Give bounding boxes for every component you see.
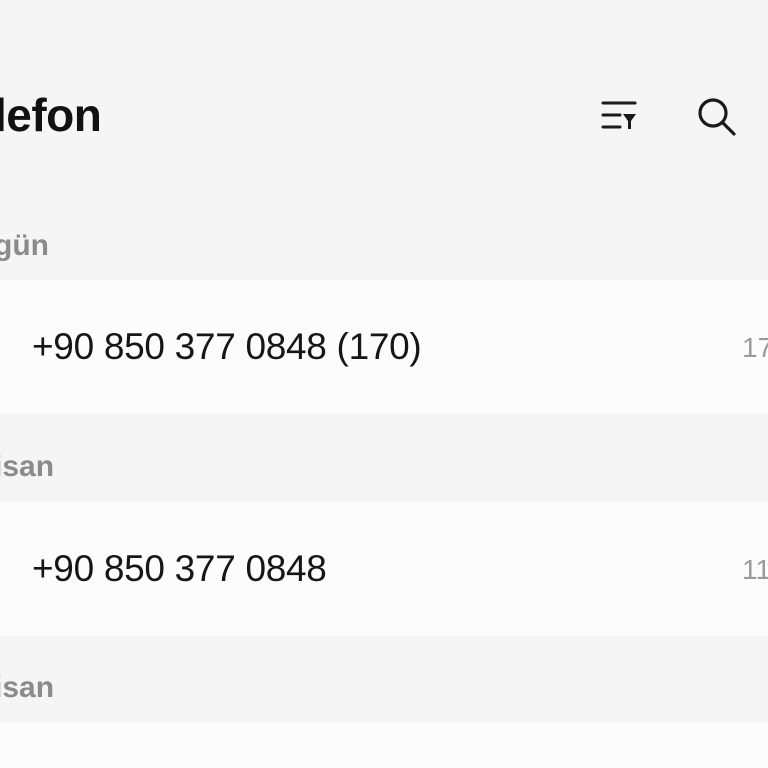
call-log-row[interactable]: +90 850 377 0848 11	[0, 502, 768, 636]
call-number: +90 850 377 0848 (170)	[32, 326, 422, 367]
app-bar: lefon	[0, 0, 768, 190]
filter-button[interactable]	[594, 92, 642, 140]
section-header-date: isan	[0, 671, 55, 704]
section-header-today: gün	[0, 229, 49, 262]
call-log-row[interactable]	[0, 722, 768, 768]
filter-list-icon	[601, 101, 637, 129]
call-number: +90 850 377 0848	[32, 548, 327, 589]
call-time: 17	[742, 332, 768, 363]
call-time: 11	[742, 554, 768, 585]
search-button[interactable]	[692, 92, 740, 140]
call-log-row[interactable]: +90 850 377 0848 (170) 17	[0, 280, 768, 414]
search-icon	[698, 98, 736, 136]
page-title: lefon	[0, 89, 102, 141]
section-header-date: isan	[0, 450, 55, 483]
call-log-screen: lefon gün +90 850 377 0848 (170) 17 isan…	[0, 0, 768, 768]
